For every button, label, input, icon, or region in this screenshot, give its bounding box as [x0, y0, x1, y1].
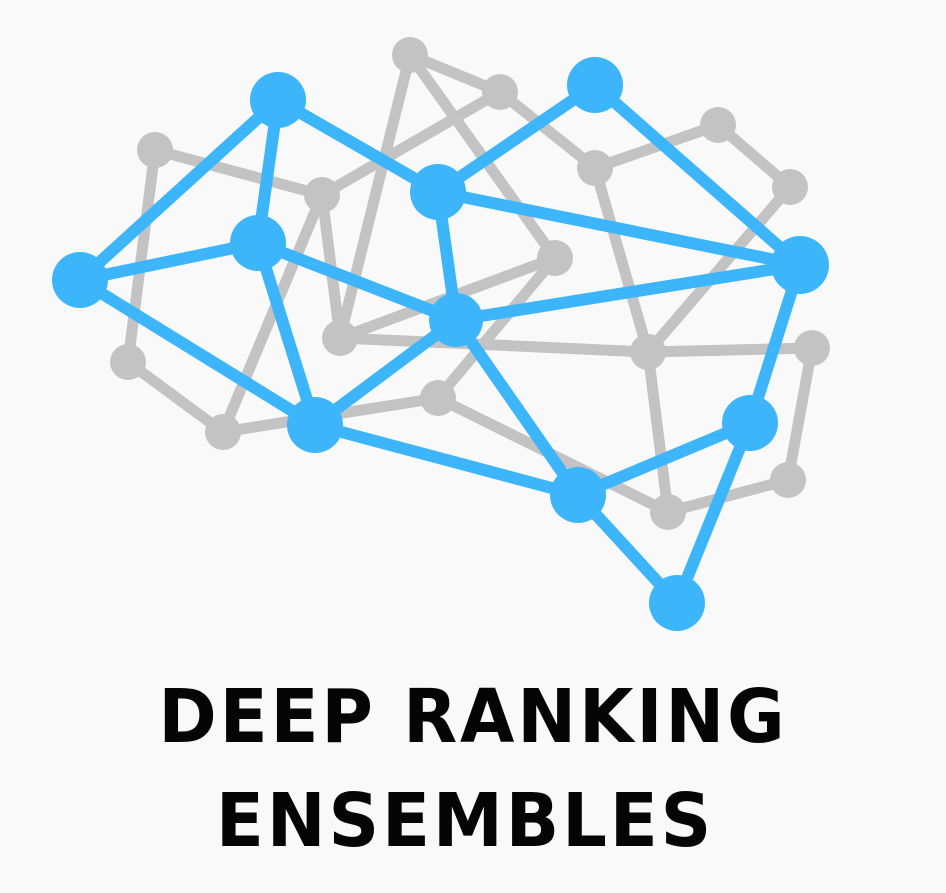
accent-network-node [429, 293, 483, 347]
muted-network-node [794, 330, 830, 366]
accent-network-node [52, 252, 108, 308]
accent-network-node [550, 467, 606, 523]
accent-network-node [722, 395, 778, 451]
muted-network-node [110, 344, 146, 380]
muted-network-node [420, 380, 456, 416]
logo-page: DEEP RANKING ENSEMBLES [0, 0, 946, 893]
muted-network-node [537, 240, 573, 276]
muted-network-edge [334, 332, 654, 358]
muted-network-edge [782, 342, 818, 486]
accent-network-node [410, 164, 466, 220]
accent-network-node [649, 575, 705, 631]
muted-network-edge [642, 346, 674, 518]
accent-network-node [287, 397, 343, 453]
muted-network-node [482, 74, 518, 110]
muted-network-node [304, 177, 340, 213]
brain-network-icon [52, 37, 830, 631]
muted-network-node [630, 334, 666, 370]
accent-network-node [230, 215, 286, 271]
accent-network-node [771, 236, 829, 294]
muted-network-node [772, 169, 808, 205]
muted-network-node [392, 37, 428, 73]
muted-network-node [205, 414, 241, 450]
muted-network-node [577, 150, 613, 186]
accent-network-node [567, 57, 623, 113]
title-line-1: DEEP RANKING [158, 674, 788, 760]
muted-network-node [650, 494, 686, 530]
muted-network-edge [642, 342, 818, 358]
muted-network-node [322, 320, 358, 356]
muted-network-node [770, 462, 806, 498]
muted-network-edge [589, 162, 654, 358]
muted-network-node [137, 132, 173, 168]
muted-network-node [700, 107, 736, 143]
title-line-2: ENSEMBLES [215, 778, 715, 864]
accent-network-node [250, 72, 306, 128]
